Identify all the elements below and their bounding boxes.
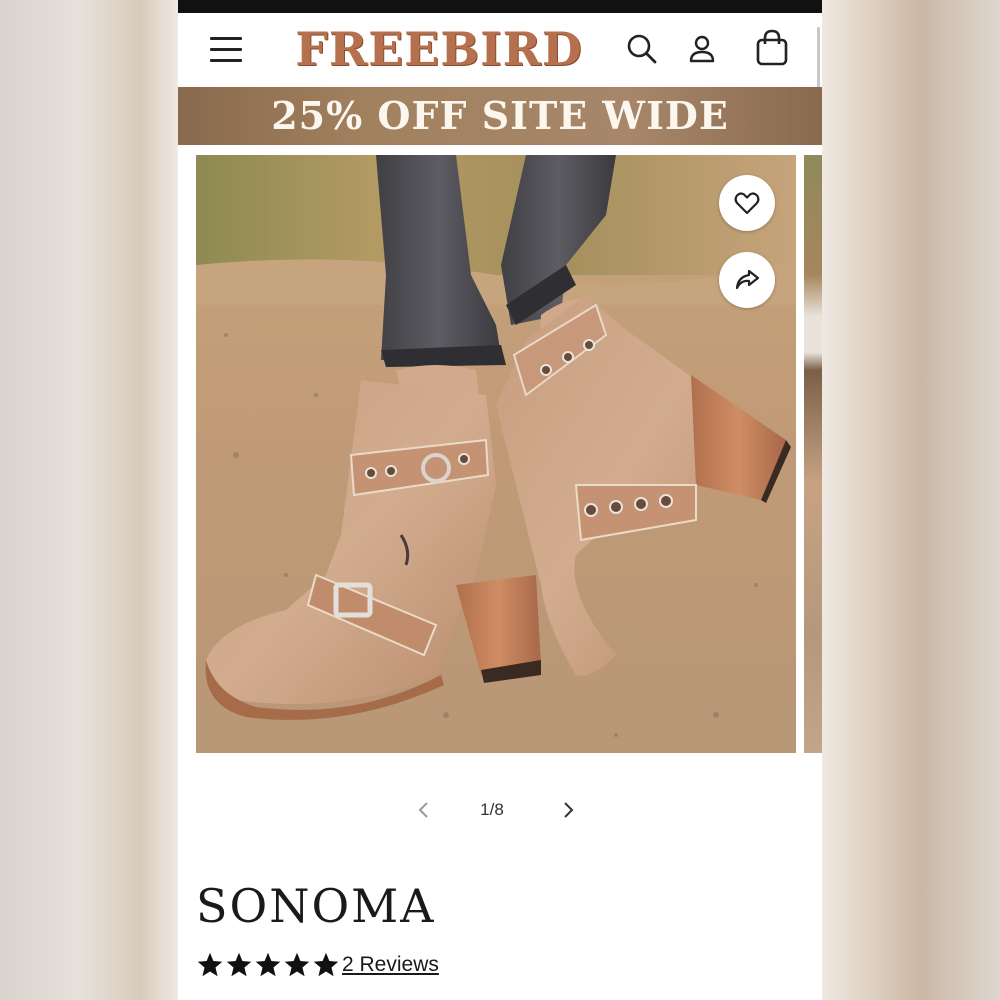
site-header: FREEBIRD: [178, 13, 822, 105]
heart-icon: [734, 192, 760, 215]
product-title: SONOMA: [196, 879, 436, 933]
star-icon: [313, 952, 339, 977]
status-bar: [178, 0, 822, 13]
next-image-peek[interactable]: [804, 155, 822, 753]
product-image[interactable]: [196, 155, 796, 753]
gallery-pagination: 1/8: [178, 798, 822, 822]
menu-icon[interactable]: [210, 35, 242, 63]
account-icon[interactable]: [684, 31, 720, 67]
next-arrow-icon[interactable]: [558, 800, 578, 820]
image-counter: 1/8: [480, 800, 504, 819]
star-icon: [226, 952, 252, 977]
promo-banner[interactable]: 25% OFF SITE WIDE: [178, 87, 822, 145]
phone-screen: FREEBIRD 25% OFF SITE WIDE 1/8 SONOMA 2 …: [178, 0, 822, 1000]
product-rating: 2 Reviews: [196, 948, 439, 982]
boots-photo: [196, 155, 796, 753]
prev-arrow-icon[interactable]: [414, 800, 434, 820]
star-rating: [196, 951, 340, 979]
share-icon: [735, 269, 760, 290]
search-icon[interactable]: [624, 31, 660, 67]
star-icon: [284, 952, 310, 977]
wishlist-button[interactable]: [719, 175, 775, 231]
shopping-bag-icon[interactable]: [754, 29, 790, 66]
share-button[interactable]: [719, 252, 775, 308]
star-icon: [197, 952, 223, 977]
brand-logo[interactable]: FREEBIRD: [286, 21, 592, 77]
reviews-link[interactable]: 2 Reviews: [342, 953, 439, 977]
star-icon: [255, 952, 281, 977]
